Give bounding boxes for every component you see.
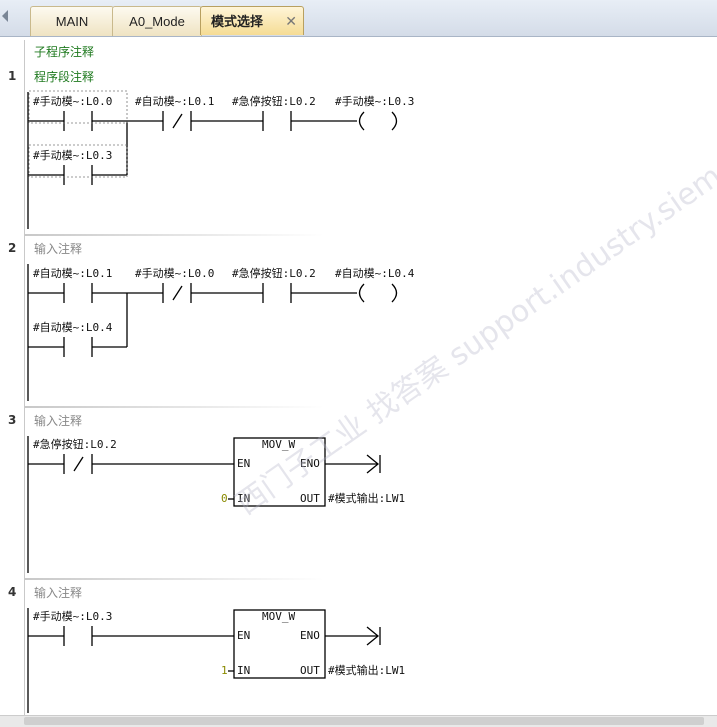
contact-label[interactable]: #手动模~:L0.0 — [135, 266, 214, 280]
coil-label[interactable]: #自动模~:L0.4 — [335, 267, 415, 280]
contact-label[interactable]: #急停按钮:L0.2 — [33, 437, 117, 451]
contact-label[interactable]: #急停按钮:L0.2 — [232, 266, 316, 280]
scroll-left-arrow-icon[interactable] — [2, 10, 8, 22]
pin-out: OUT — [300, 492, 320, 505]
box-title: MOV_W — [262, 438, 295, 451]
pin-out: OUT — [300, 664, 320, 677]
tab-main-label: MAIN — [55, 14, 89, 29]
pin-en: EN — [237, 457, 250, 470]
contact-label[interactable]: #手动模~:L0.3 — [33, 148, 112, 162]
box-title: MOV_W — [262, 610, 295, 623]
tab-a0-mode-label: A0_Mode — [129, 14, 185, 29]
contact-label[interactable]: #自动模~:L0.1 — [33, 267, 112, 280]
out-label[interactable]: #模式输出:LW1 — [328, 663, 405, 677]
contact-label[interactable]: #自动模~:L0.1 — [135, 95, 214, 108]
contact-label[interactable]: #手动模~:L0.0 — [33, 94, 112, 108]
coil-label[interactable]: #手动模~:L0.3 — [335, 94, 414, 108]
pin-in: IN — [237, 492, 250, 505]
ladder-diagram: #手动模~:L0.0 #自动模~:L0.1 #急停按钮:L0.2 #手动模~:L… — [27, 90, 415, 713]
network-1-rung — [28, 111, 398, 185]
ladder-editor: 子程序注释 1 程序段注释 2 输入注释 3 输入注释 4 输入注释 #手动模~… — [0, 37, 717, 715]
pin-eno: ENO — [300, 629, 320, 642]
tab-main[interactable]: MAIN — [30, 6, 114, 36]
in-value[interactable]: 1 — [221, 664, 228, 677]
close-tab-icon[interactable]: ✕ — [285, 7, 297, 36]
pin-in: IN — [237, 664, 250, 677]
network-2-rung — [28, 283, 398, 357]
contact-label[interactable]: #急停按钮:L0.2 — [232, 94, 316, 108]
tab-mode-select-label: 模式选择 — [211, 14, 264, 29]
in-value[interactable]: 0 — [221, 492, 228, 505]
pin-eno: ENO — [300, 457, 320, 470]
pin-en: EN — [237, 629, 250, 642]
tab-a0-mode[interactable]: A0_Mode — [112, 6, 202, 36]
tab-mode-select[interactable]: 模式选择 ✕ — [200, 6, 304, 35]
horizontal-scrollbar[interactable] — [0, 715, 717, 727]
scrollbar-thumb[interactable] — [24, 717, 704, 725]
editor-tab-bar: MAIN A0_Mode 模式选择 ✕ — [0, 0, 717, 37]
out-label[interactable]: #模式输出:LW1 — [328, 491, 405, 505]
contact-label[interactable]: #手动模~:L0.3 — [33, 609, 112, 623]
contact-label[interactable]: #自动模~:L0.4 — [33, 321, 113, 334]
